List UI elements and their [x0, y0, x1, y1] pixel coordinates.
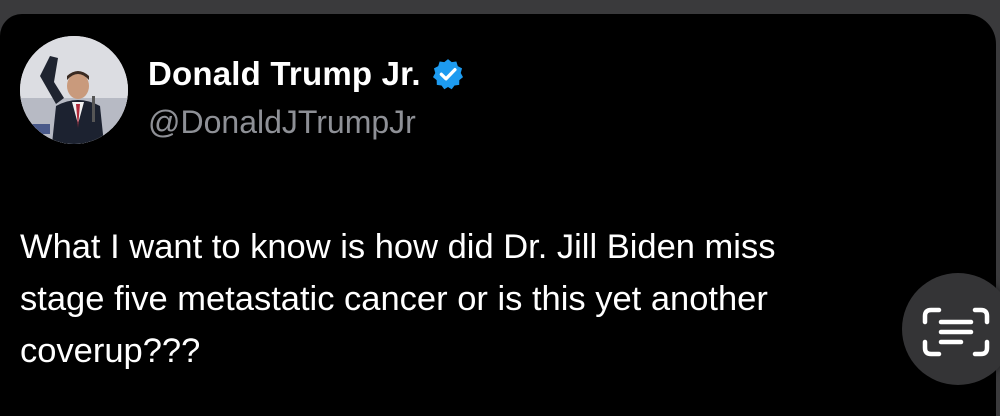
profile-photo-icon: [20, 36, 128, 144]
tweet-body-text: What I want to know is how did Dr. Jill …: [20, 228, 776, 370]
text-scan-icon: [922, 307, 990, 357]
author-name-row: Donald Trump Jr.: [148, 52, 465, 96]
author-handle[interactable]: @DonaldJTrumpJr: [148, 104, 416, 141]
verified-badge-icon: [432, 59, 463, 90]
author-avatar[interactable]: [20, 36, 128, 144]
tweet-card: Donald Trump Jr. @DonaldJTrumpJr What I …: [0, 14, 996, 416]
screenshot-frame: Donald Trump Jr. @DonaldJTrumpJr What I …: [0, 0, 1000, 416]
author-display-name[interactable]: Donald Trump Jr.: [148, 55, 421, 93]
